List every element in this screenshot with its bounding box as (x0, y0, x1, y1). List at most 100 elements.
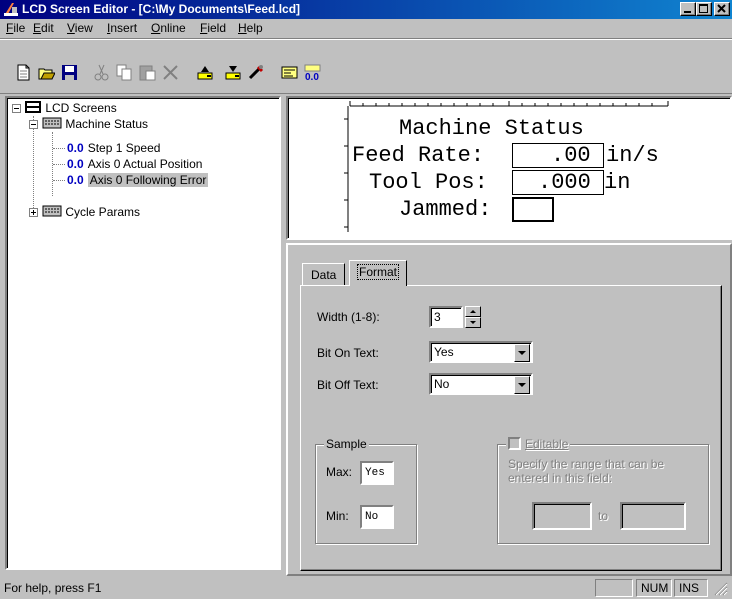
status-bar: For help, press F1 NUM INS (0, 576, 732, 599)
spin-down-icon (470, 321, 476, 324)
lcd-screen-icon (281, 66, 298, 79)
format-tab-body: Width (1-8): 3 Bit On Text: Yes Bit Off … (300, 285, 722, 571)
tree-node-lcd-screens[interactable]: LCD Screens (24, 100, 117, 116)
upload-icon (197, 66, 213, 80)
menu-view[interactable]: View (67, 21, 93, 35)
lcd-preview-pane[interactable]: Machine Status Feed Rate: .00 in/s Tool … (286, 96, 732, 240)
lcd-field-jammed-selected[interactable] (512, 197, 554, 222)
bit-on-dropdown-icon[interactable] (514, 344, 530, 362)
bit-off-text-label: Bit Off Text: (317, 378, 379, 392)
size-grip-icon[interactable] (714, 582, 728, 596)
cut-button[interactable] (90, 61, 113, 83)
bit-on-text-label: Bit On Text: (317, 346, 379, 360)
spin-down-button[interactable] (465, 317, 481, 328)
menu-edit[interactable]: Edit (33, 21, 54, 35)
sample-min-display: No (360, 505, 394, 529)
insert-numeric-field-button[interactable]: 0.0 (301, 61, 324, 83)
editable-title: Editable (525, 437, 569, 451)
tree-connector (53, 180, 65, 181)
tree-node-machine-status[interactable]: Machine Status (42, 116, 148, 132)
expand-toggle-cycle-params[interactable] (29, 208, 38, 217)
upload-button[interactable] (194, 61, 217, 83)
copy-button[interactable] (113, 61, 136, 83)
spin-up-icon (470, 310, 476, 313)
new-button[interactable] (12, 61, 35, 83)
minimize-button[interactable] (680, 2, 696, 16)
editable-checkbox-label[interactable]: Editable (506, 437, 571, 451)
field-properties-pane: Data Format Width (1-8): 3 Bit On Text: … (286, 243, 732, 576)
save-button[interactable] (58, 61, 81, 83)
lcd-field-feed-rate-value: .00 (551, 143, 591, 168)
minimize-icon (684, 11, 691, 13)
tree-label-lcd-screens: LCD Screens (45, 101, 117, 115)
sample-max-display: Yes (360, 461, 394, 485)
maximize-button[interactable] (696, 2, 712, 16)
numeric-field-icon: 0.0 (67, 141, 84, 155)
menu-bar: File Edit View Insert Online Field Help (0, 19, 732, 38)
tree-connector (53, 148, 65, 149)
menu-help[interactable]: Help (238, 21, 263, 35)
download-button[interactable] (222, 61, 245, 83)
status-ins-text: INS (679, 581, 700, 595)
probe-button[interactable] (245, 61, 268, 83)
window-title: LCD Screen Editor - [C:\My Documents\Fee… (22, 2, 301, 16)
toolbar: 0.0 (0, 38, 732, 94)
bit-on-text-select[interactable]: Yes (429, 341, 533, 363)
tab-format[interactable]: Format (349, 260, 408, 286)
spin-up-button[interactable] (465, 306, 481, 317)
paste-button[interactable] (136, 61, 159, 83)
tree-label-machine-status: Machine Status (65, 117, 149, 131)
editable-group: Editable Specify the range that can be e… (497, 437, 709, 544)
status-num-indicator: NUM (636, 579, 672, 597)
lcd-field-tool-pos-value: .000 (538, 170, 591, 195)
tab-format-label: Format (356, 264, 400, 280)
collapse-toggle-lcd-screens[interactable] (12, 104, 21, 113)
close-button[interactable] (714, 2, 730, 16)
svg-text:0.0: 0.0 (305, 72, 319, 81)
sample-max-label: Max: (326, 465, 353, 479)
sample-group: Sample Max: Yes Min: No (315, 437, 417, 544)
app-icon (4, 3, 18, 16)
sample-group-title: Sample (324, 437, 369, 451)
collapse-toggle-machine-status[interactable] (29, 120, 38, 129)
range-from-input[interactable] (532, 502, 592, 530)
insert-lcd-screen-button[interactable] (278, 61, 301, 83)
lcd-line-3-label: Tool Pos: (369, 170, 488, 195)
width-spinner[interactable] (465, 306, 481, 328)
editable-checkbox[interactable] (508, 437, 521, 450)
tab-data[interactable]: Data (302, 263, 346, 285)
tree-label-cycle-params: Cycle Params (65, 205, 141, 219)
menu-online[interactable]: Online (151, 21, 186, 35)
tree-item-axis-0-following-error[interactable]: 0.0 Axis 0 Following Error (67, 172, 209, 188)
bit-off-text-value: No (434, 377, 450, 391)
delete-button[interactable] (159, 61, 182, 83)
menu-insert[interactable]: Insert (107, 21, 137, 35)
editable-description: Specify the range that can be entered in… (508, 457, 665, 485)
range-to-input[interactable] (620, 502, 686, 530)
tree-item-axis-0-actual-position[interactable]: 0.0 Axis 0 Actual Position (67, 156, 202, 172)
download-icon (225, 66, 241, 80)
bit-off-text-select[interactable]: No (429, 373, 533, 395)
lcd-screens-tree[interactable]: LCD Screens Machine Status 0.0 Step 1 Spe… (5, 96, 281, 570)
width-input[interactable]: 3 (429, 306, 463, 328)
sample-min-value: No (365, 511, 379, 523)
tree-item-step-1-speed[interactable]: 0.0 Step 1 Speed (67, 140, 160, 156)
menu-file[interactable]: File (6, 21, 25, 35)
tree-item-label-selected: Axis 0 Following Error (87, 173, 209, 187)
tab-data-label: Data (311, 268, 337, 282)
delete-icon (163, 65, 178, 80)
title-bar[interactable]: LCD Screen Editor - [C:\My Documents\Fee… (0, 0, 732, 19)
status-ins-indicator: INS (674, 579, 708, 597)
open-icon (38, 68, 55, 80)
open-button[interactable] (35, 61, 58, 83)
maximize-icon (699, 4, 708, 13)
menu-field[interactable]: Field (200, 21, 226, 35)
bit-off-dropdown-icon[interactable] (514, 376, 530, 394)
tree-node-cycle-params[interactable]: Cycle Params (42, 204, 140, 220)
tree-connector (53, 164, 65, 165)
numeric-field-icon: 0.0 (67, 173, 84, 187)
save-icon (62, 65, 77, 80)
numeric-field-icon: 0.0 (67, 157, 84, 171)
copy-icon (116, 64, 132, 81)
status-panel-empty (595, 579, 633, 597)
